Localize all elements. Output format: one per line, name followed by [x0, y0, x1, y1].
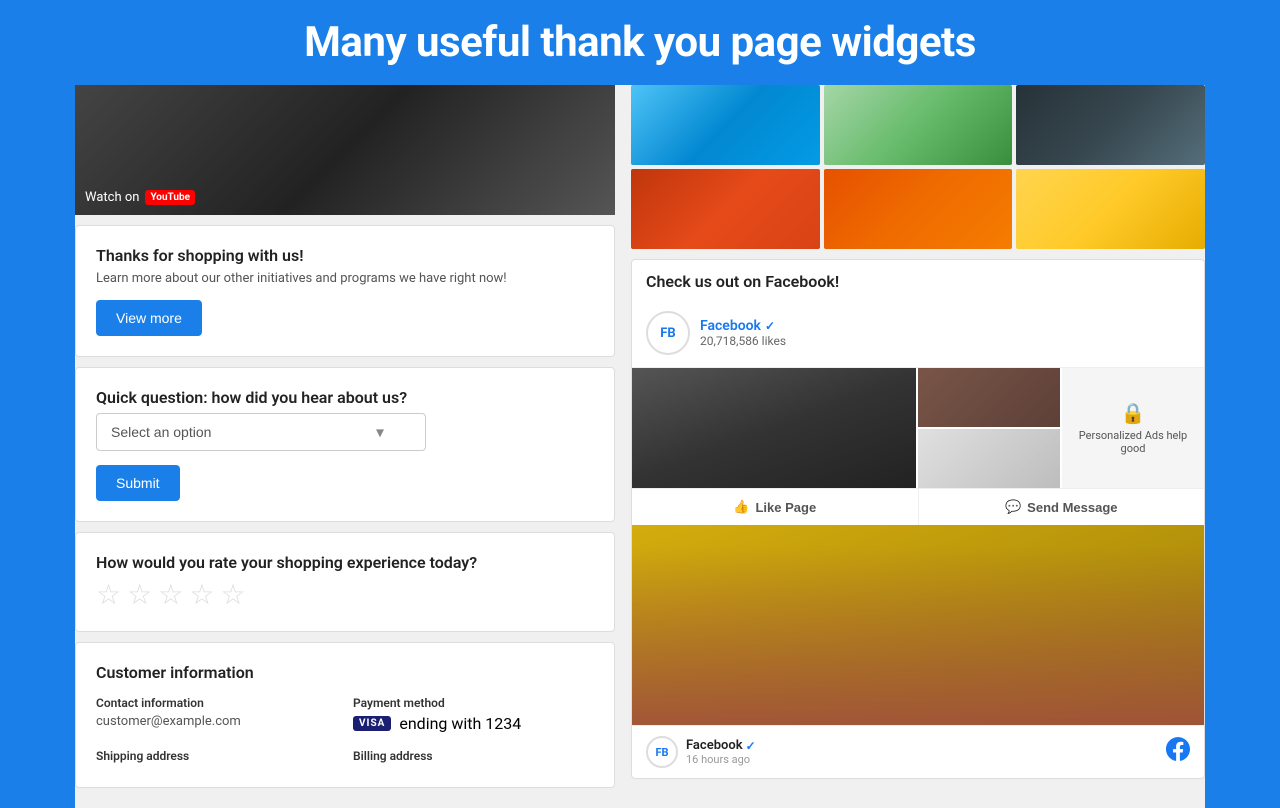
survey-widget: Quick question: how did you hear about u…	[75, 367, 615, 522]
facebook-verified-icon: ✓	[765, 319, 775, 333]
payment-section: Payment method VISA ending with 1234	[353, 696, 594, 733]
facebook-page-header: FB Facebook ✓ 20,718,586 likes	[632, 299, 1204, 368]
facebook-sub-image-2	[918, 429, 1060, 488]
footer-verified-icon: ✓	[746, 739, 756, 753]
facebook-actions: 👍 Like Page 💬 Send Message	[632, 488, 1204, 525]
star-4[interactable]: ☆	[189, 578, 214, 611]
photo-grid	[631, 85, 1205, 249]
facebook-name-text: Facebook	[700, 318, 761, 334]
stars-container: ☆ ☆ ☆ ☆ ☆	[96, 578, 594, 611]
facebook-footer-logo: FB	[646, 736, 678, 768]
main-content: Watch on YouTube Thanks for shopping wit…	[75, 85, 1205, 808]
video-overlay: Watch on YouTube	[85, 190, 195, 205]
facebook-widget: Check us out on Facebook! FB Facebook ✓ …	[631, 259, 1205, 779]
photo-cell-4	[631, 169, 820, 249]
photo-cell-6	[1016, 169, 1205, 249]
billing-label: Billing address	[353, 749, 594, 763]
facebook-page-info: Facebook ✓ 20,718,586 likes	[700, 318, 1190, 348]
facebook-page-name: Facebook ✓	[700, 318, 1190, 334]
facebook-sub-image-1	[918, 368, 1060, 427]
rating-heading: How would you rate your shopping experie…	[96, 553, 594, 572]
send-message-button[interactable]: 💬 Send Message	[919, 489, 1205, 525]
facebook-footer-name: Facebook ✓	[686, 738, 1158, 753]
photo-cell-5	[824, 169, 1013, 249]
shipping-label: Shipping address	[96, 749, 337, 763]
customer-grid: Contact information customer@example.com…	[96, 696, 594, 767]
shipping-section: Shipping address	[96, 749, 337, 767]
submit-button[interactable]: Submit	[96, 465, 180, 501]
facebook-main-preview-image	[632, 368, 916, 488]
facebook-preview-grid: 🔒 Personalized Ads help good	[632, 368, 1204, 488]
message-icon: 💬	[1005, 499, 1021, 515]
view-more-button[interactable]: View more	[96, 300, 202, 336]
customer-info-card: Customer information Contact information…	[75, 642, 615, 788]
facebook-post-preview	[632, 525, 1204, 725]
star-5[interactable]: ☆	[220, 578, 245, 611]
survey-heading: Quick question: how did you hear about u…	[96, 388, 594, 407]
rating-widget: How would you rate your shopping experie…	[75, 532, 615, 632]
like-page-label: Like Page	[755, 500, 816, 515]
facebook-footer: FB Facebook ✓ 16 hours ago	[632, 725, 1204, 778]
star-3[interactable]: ☆	[158, 578, 183, 611]
facebook-lock-text: Personalized Ads help good	[1070, 429, 1196, 455]
facebook-footer-time: 16 hours ago	[686, 753, 1158, 766]
facebook-post-image	[632, 525, 1204, 725]
page-title: Many useful thank you page widgets	[20, 18, 1260, 67]
watch-on-label: Watch on	[85, 190, 139, 205]
customer-info-heading: Customer information	[96, 663, 594, 682]
contact-value: customer@example.com	[96, 714, 337, 729]
star-2[interactable]: ☆	[127, 578, 152, 611]
facebook-footer-info: Facebook ✓ 16 hours ago	[686, 738, 1158, 766]
youtube-logo: YouTube	[145, 190, 195, 205]
facebook-lock-overlay: 🔒 Personalized Ads help good	[1062, 368, 1204, 488]
hear-about-us-dropdown[interactable]: Select an option Google Social Media Fri…	[96, 413, 426, 451]
lock-icon: 🔒	[1121, 401, 1146, 425]
contact-label: Contact information	[96, 696, 337, 710]
visa-badge: VISA	[353, 716, 391, 731]
star-1[interactable]: ☆	[96, 578, 121, 611]
left-column: Watch on YouTube Thanks for shopping wit…	[75, 85, 615, 808]
facebook-check-text: Check us out on Facebook!	[632, 260, 1204, 299]
facebook-likes-count: 20,718,586 likes	[700, 334, 1190, 348]
facebook-page-logo: FB	[646, 311, 690, 355]
like-page-button[interactable]: 👍 Like Page	[632, 489, 919, 525]
facebook-brand-icon	[1166, 737, 1190, 767]
payment-row: VISA ending with 1234	[353, 714, 594, 733]
right-column: Check us out on Facebook! FB Facebook ✓ …	[615, 85, 1205, 808]
thanks-description: Learn more about our other initiatives a…	[96, 271, 594, 286]
video-section[interactable]: Watch on YouTube	[75, 85, 615, 215]
people-image-overlay	[632, 545, 1204, 725]
billing-section: Billing address	[353, 749, 594, 767]
photo-cell-2	[824, 85, 1013, 165]
payment-value: ending with 1234	[399, 714, 521, 733]
payment-label: Payment method	[353, 696, 594, 710]
page-header: Many useful thank you page widgets	[0, 0, 1280, 85]
thanks-widget: Thanks for shopping with us! Learn more …	[75, 225, 615, 357]
dropdown-container: Select an option Google Social Media Fri…	[96, 413, 594, 451]
facebook-sub-images	[918, 368, 1060, 488]
photo-cell-3	[1016, 85, 1205, 165]
footer-page-name: Facebook	[686, 738, 743, 753]
contact-section: Contact information customer@example.com	[96, 696, 337, 733]
like-icon: 👍	[733, 499, 749, 515]
send-message-label: Send Message	[1027, 500, 1117, 515]
photo-cell-1	[631, 85, 820, 165]
thanks-heading: Thanks for shopping with us!	[96, 246, 594, 265]
